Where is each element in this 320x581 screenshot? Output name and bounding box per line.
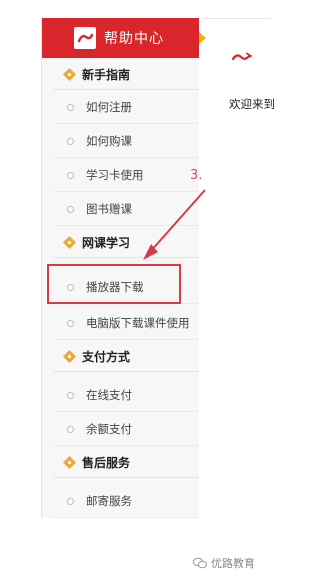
watermark: 优路教育	[193, 555, 255, 571]
annotation-arrow-icon	[143, 189, 206, 260]
wave-logo-icon	[232, 52, 253, 61]
chat-bubble-icon	[193, 557, 207, 569]
annotation-step-number: 3.	[190, 168, 203, 183]
welcome-text: 欢迎来到	[229, 97, 275, 111]
divider	[202, 18, 271, 19]
watermark-text: 优路教育	[211, 557, 255, 570]
